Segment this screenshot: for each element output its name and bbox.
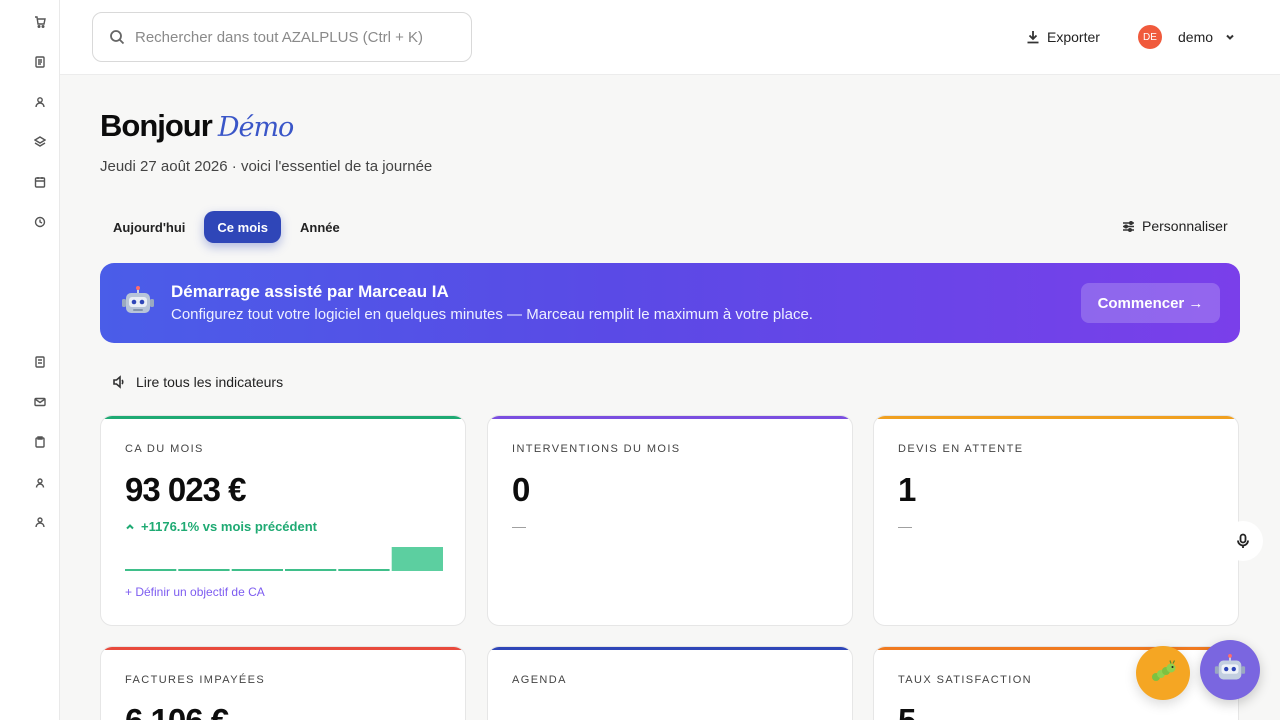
card-accent-bar [488,647,852,650]
global-search-input[interactable] [135,28,455,46]
sidebar-document-icon[interactable] [33,55,47,69]
global-search-box[interactable] [92,12,472,62]
microphone-icon [1237,533,1249,548]
bug-report-button[interactable] [1136,646,1190,700]
set-revenue-goal-link[interactable]: + Définir un objectif de CA [125,585,265,599]
tab-year[interactable]: Année [287,211,353,243]
robot-icon [1214,653,1246,680]
bug-icon [1152,660,1176,681]
card-value: 6 106 € [125,702,229,720]
kpi-card-unpaid-invoices[interactable]: FACTURES IMPAYÉES 6 106 € [100,646,466,720]
card-value: 5 [898,702,916,720]
assistant-chat-button[interactable] [1200,640,1260,700]
speaker-icon [113,375,124,389]
customize-button[interactable]: Personnaliser [1122,218,1228,234]
card-label: TAUX SATISFACTION [898,674,1033,686]
export-label: Exporter [1047,29,1100,45]
card-accent-bar [101,647,465,650]
sidebar-contact-icon[interactable] [33,476,47,490]
search-icon [110,30,125,45]
banner-description: Configurez tout votre logiciel en quelqu… [171,306,813,323]
card-label: INTERVENTIONS DU MOIS [512,443,681,455]
card-value: 1 [898,471,916,508]
trend-text: +1176.1% vs mois précédent [141,519,317,534]
sidebar-layers-icon[interactable] [33,135,47,149]
card-trend-empty: — [898,518,912,534]
sparkline-bar [231,569,283,571]
sparkline-bar [178,569,230,571]
card-accent-bar [488,416,852,419]
card-label: AGENDA [512,674,567,686]
chevron-down-icon [1226,34,1234,40]
ai-onboarding-banner: Démarrage assisté par Marceau IA Configu… [100,263,1240,343]
sidebar-clipboard-icon[interactable] [33,435,47,449]
tab-this-month[interactable]: Ce mois [204,211,281,243]
greeting-name: Démo [217,112,294,143]
user-menu[interactable]: DE demo [1138,25,1235,49]
sidebar-invoice-icon[interactable] [33,355,47,369]
voice-input-button[interactable] [1223,521,1263,561]
sparkline-bar [338,569,390,571]
sidebar [0,0,60,720]
top-header: Exporter DE demo [60,0,1280,75]
sparkline-bar [391,547,443,571]
banner-title: Démarrage assisté par Marceau IA [171,282,449,301]
kpi-card-interventions[interactable]: INTERVENTIONS DU MOIS 0 — [487,415,853,626]
page-title: Bonjour Démo [100,108,294,144]
tab-today[interactable]: Aujourd'hui [100,211,198,243]
card-label: CA DU MOIS [125,443,204,455]
card-accent-bar [874,416,1238,419]
sidebar-user-icon[interactable] [33,95,47,109]
sidebar-mail-icon[interactable] [33,395,47,409]
card-value: 0 [512,471,530,508]
revenue-sparkline [125,547,443,571]
card-accent-bar [101,416,465,419]
sparkline-bar [125,569,177,571]
trend-up-icon [126,523,134,529]
trend-indicator: +1176.1% vs mois précédent [125,519,317,534]
sparkline-bar [285,569,337,571]
sliders-icon [1123,220,1134,232]
robot-icon [122,286,154,313]
card-label: DEVIS EN ATTENTE [898,443,1024,455]
sidebar-calendar-icon[interactable] [33,175,47,189]
read-indicators-label: Lire tous les indicateurs [136,374,284,390]
kpi-card-revenue[interactable]: CA DU MOIS 93 023 € +1176.1% vs mois pré… [100,415,466,626]
page-subtitle: Jeudi 27 août 2026 · voici l'essentiel d… [100,158,433,175]
kpi-card-agenda[interactable]: AGENDA [487,646,853,720]
download-icon [1027,31,1039,44]
card-trend-empty: — [512,518,526,534]
sidebar-cart-icon[interactable] [33,15,47,29]
kpi-card-quotes[interactable]: DEVIS EN ATTENTE 1 — [873,415,1239,626]
avatar: DE [1138,25,1162,49]
period-tabs: Aujourd'hui Ce mois Année [100,211,359,243]
export-button[interactable]: Exporter [1026,27,1100,47]
read-indicators-button[interactable]: Lire tous les indicateurs [112,374,283,390]
greeting-hello: Bonjour [100,108,213,143]
customize-label: Personnaliser [1142,218,1228,234]
card-label: FACTURES IMPAYÉES [125,674,266,686]
card-accent-bar [874,647,1238,650]
sidebar-clock-icon[interactable] [33,215,47,229]
card-value: 93 023 € [125,471,246,508]
user-name: demo [1178,29,1214,45]
start-button[interactable]: Commencer → [1081,283,1220,323]
sidebar-team-icon[interactable] [33,515,47,529]
